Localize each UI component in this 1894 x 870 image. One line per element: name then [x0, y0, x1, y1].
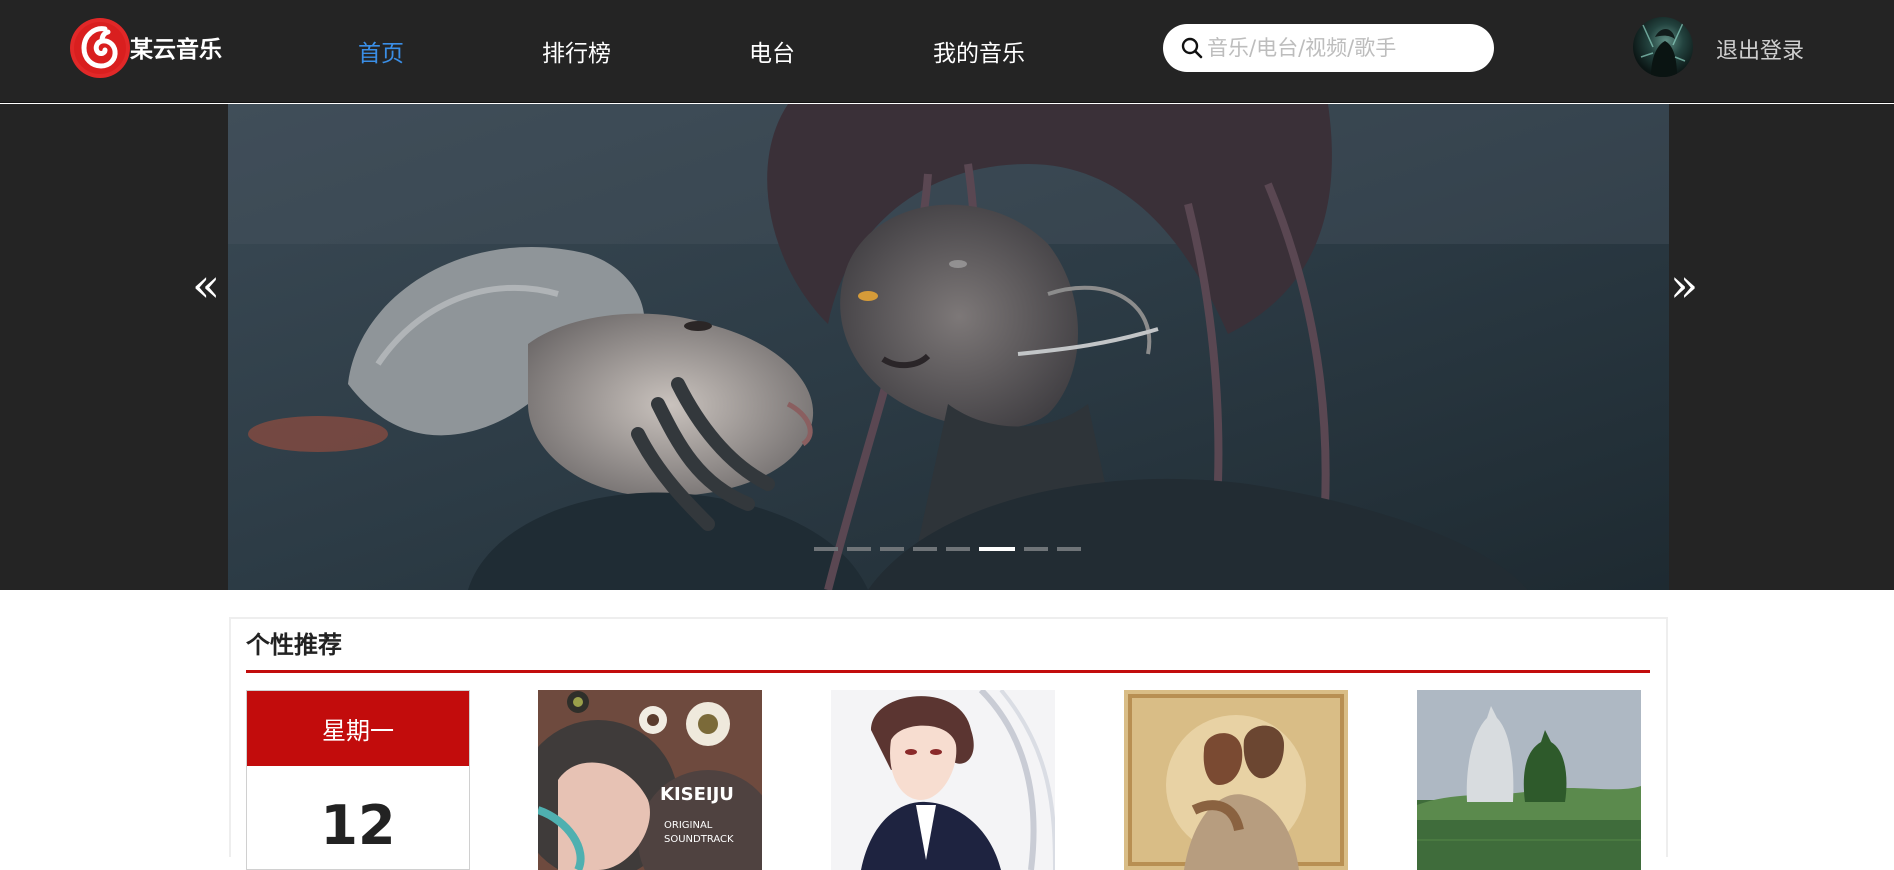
calendar-weekday: 星期一: [247, 691, 469, 766]
calendar-day: 12: [320, 794, 396, 857]
search-box: [1163, 24, 1494, 72]
playlist-card[interactable]: [1417, 690, 1641, 870]
playlist-card[interactable]: KISEIJU ORIGINAL SOUNDTRACK: [538, 690, 762, 870]
netease-logo-icon[interactable]: [69, 17, 131, 79]
banner-dot[interactable]: [880, 547, 904, 551]
playlist-cover: [1417, 690, 1641, 870]
banner-dot[interactable]: [913, 547, 937, 551]
banner-dot[interactable]: [847, 547, 871, 551]
banner-prev-arrow[interactable]: «: [192, 262, 220, 308]
cover-subtitle-text: SOUNDTRACK: [664, 834, 734, 845]
logout-link[interactable]: 退出登录: [1716, 33, 1804, 65]
banner-dot[interactable]: [1057, 547, 1081, 551]
cover-subtitle-text: ORIGINAL: [664, 820, 713, 831]
cover-title-text: KISEIJU: [660, 784, 734, 805]
nav-my-music[interactable]: 我的音乐: [933, 34, 1025, 68]
banner-dot-active[interactable]: [979, 547, 1015, 551]
playlist-card[interactable]: [1124, 690, 1348, 870]
banner-next-arrow[interactable]: »: [1670, 262, 1698, 308]
nav-home[interactable]: 首页: [358, 34, 404, 68]
banner-dot[interactable]: [946, 547, 970, 551]
recommend-section: 个性推荐 星期一 12 KISEIJU ORIGINAL SOUNDTRACK: [229, 617, 1668, 870]
section-divider: [246, 670, 1650, 673]
playlist-cover: KISEIJU ORIGINAL SOUNDTRACK: [538, 690, 762, 870]
banner-image: [228, 104, 1669, 590]
playlist-cover: [1124, 690, 1348, 870]
banner-carousel[interactable]: [228, 104, 1669, 590]
playlist-card[interactable]: [831, 690, 1055, 870]
section-title: 个性推荐: [246, 631, 342, 659]
nav-radio[interactable]: 电台: [749, 34, 795, 68]
banner-dot[interactable]: [1024, 547, 1048, 551]
search-input[interactable]: [1207, 32, 1477, 64]
banner-dot[interactable]: [814, 547, 838, 551]
playlist-cover: [831, 690, 1055, 870]
banner-pagination: [814, 547, 1081, 551]
top-navbar: 某云音乐 首页 排行榜 电台 我的音乐 退出登录: [0, 0, 1894, 103]
daily-recommend-card[interactable]: 星期一 12: [246, 690, 470, 870]
avatar-image: [1640, 22, 1686, 77]
search-icon: [1181, 37, 1203, 59]
nav-charts[interactable]: 排行榜: [542, 34, 611, 68]
user-avatar[interactable]: [1633, 17, 1693, 77]
brand-name: 某云音乐: [130, 37, 222, 63]
